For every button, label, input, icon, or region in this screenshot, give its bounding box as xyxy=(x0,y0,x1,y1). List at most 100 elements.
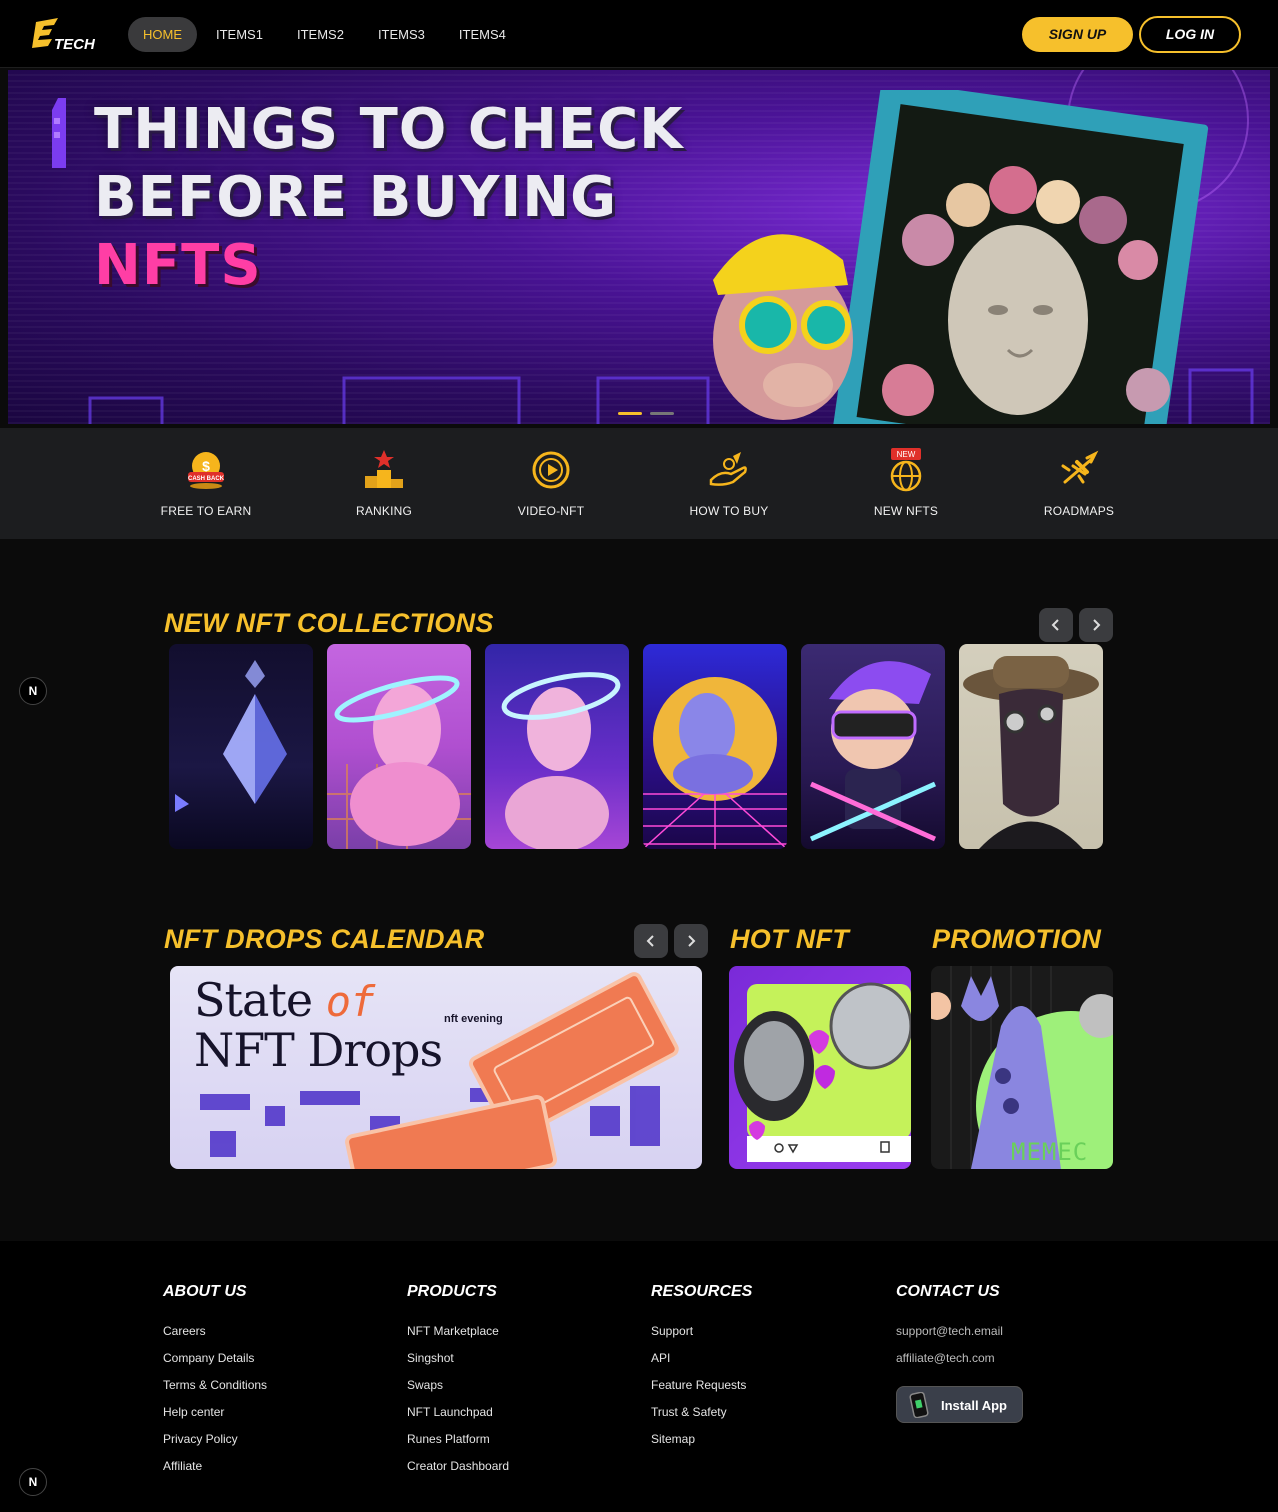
footer-resources-title: RESOURCES xyxy=(651,1283,753,1300)
quick-roadmaps[interactable]: ROADMAPS xyxy=(1009,448,1149,518)
footer-link-runes-platform[interactable]: Runes Platform xyxy=(407,1426,509,1453)
phone-app-icon xyxy=(909,1392,929,1418)
footer-link-help-center[interactable]: Help center xyxy=(163,1399,267,1426)
site-header: TECH HOME ITEMS1 ITEMS2 ITEMS3 ITEMS4 SI… xyxy=(0,0,1278,68)
hot-nft-card[interactable] xyxy=(729,966,911,1169)
drops-banner-title: State of NFT Drops xyxy=(194,973,443,1077)
collections-carousel xyxy=(169,644,1103,849)
quick-how-to-buy[interactable]: HOW TO BUY xyxy=(659,448,799,518)
promotion-card[interactable]: MEMEC xyxy=(931,966,1113,1169)
collections-prev-button[interactable] xyxy=(1039,608,1073,642)
footer-link-nft-marketplace[interactable]: NFT Marketplace xyxy=(407,1318,509,1345)
footer-link-trust-safety[interactable]: Trust & Safety xyxy=(651,1399,752,1426)
footer-link-feature-requests[interactable]: Feature Requests xyxy=(651,1372,752,1399)
chevron-left-icon xyxy=(646,935,654,947)
nav-items2[interactable]: ITEMS2 xyxy=(282,17,359,52)
podium-icon xyxy=(365,450,403,488)
quick-label: RANKING xyxy=(355,504,413,518)
footer-link-careers[interactable]: Careers xyxy=(163,1318,267,1345)
footer-products: PRODUCTS NFT Marketplace Singshot Swaps … xyxy=(407,1283,509,1480)
side-n-badge[interactable]: N xyxy=(19,677,47,705)
main-nav: HOME ITEMS1 ITEMS2 ITEMS3 ITEMS4 xyxy=(128,17,521,52)
statue-pink-art xyxy=(327,675,471,849)
footer-email-affiliate[interactable]: affiliate@tech.com xyxy=(896,1345,1003,1372)
drops-banner-line2: NFT Drops xyxy=(194,1023,443,1077)
collection-card-vr-avatar[interactable] xyxy=(801,644,945,849)
footer-email-support[interactable]: support@tech.email xyxy=(896,1318,1003,1345)
footer-contact: CONTACT US support@tech.email affiliate@… xyxy=(896,1283,1003,1372)
footer-about-title: ABOUT US xyxy=(163,1283,247,1300)
footer-link-sitemap[interactable]: Sitemap xyxy=(651,1426,752,1453)
vr-avatar-art xyxy=(809,661,937,842)
chevron-right-icon xyxy=(688,935,696,947)
footer-link-terms[interactable]: Terms & Conditions xyxy=(163,1372,267,1399)
hot-nft-art xyxy=(734,982,911,1162)
footer-about: ABOUT US Careers Company Details Terms &… xyxy=(163,1283,267,1480)
hero-banner[interactable]: THINGS TO CHECK BEFORE BUYING NFTS xyxy=(8,70,1270,424)
drops-next-button[interactable] xyxy=(674,924,708,958)
collections-title: NEW NFT COLLECTIONS xyxy=(164,608,494,638)
statue-purple-art xyxy=(501,672,621,849)
install-app-button[interactable]: Install App xyxy=(896,1386,1023,1423)
quick-label: ROADMAPS xyxy=(1043,504,1115,518)
quick-ranking[interactable]: RANKING xyxy=(314,448,454,518)
site-footer: ABOUT US Careers Company Details Terms &… xyxy=(0,1241,1278,1512)
hand-coin-icon xyxy=(709,452,747,486)
footer-link-affiliate[interactable]: Affiliate xyxy=(163,1453,267,1480)
nav-items4[interactable]: ITEMS4 xyxy=(444,17,521,52)
footer-link-support[interactable]: Support xyxy=(651,1318,752,1345)
footer-contact-title: CONTACT US xyxy=(896,1283,1000,1300)
logo-text: TECH xyxy=(54,36,96,53)
ethereum-crystal-art xyxy=(175,660,287,812)
svg-text:NEW: NEW xyxy=(897,450,916,459)
footer-link-company-details[interactable]: Company Details xyxy=(163,1345,267,1372)
svg-text:$: $ xyxy=(202,458,210,474)
footer-products-title: PRODUCTS xyxy=(407,1283,497,1300)
play-circle-icon xyxy=(532,451,570,489)
quick-new-nfts[interactable]: NEW NEW NFTS xyxy=(836,448,976,518)
collection-card-statue-retro[interactable] xyxy=(643,644,787,849)
hero-dot-1[interactable] xyxy=(618,412,642,415)
hat-character-art xyxy=(963,656,1099,849)
chevron-left-icon xyxy=(1051,619,1059,631)
quick-free-to-earn[interactable]: $ CASH BACK FREE TO EARN xyxy=(136,448,276,518)
quick-video-nft[interactable]: VIDEO-NFT xyxy=(481,448,621,518)
drops-banner[interactable]: State of NFT Drops nft evening xyxy=(170,966,702,1169)
install-app-label: Install App xyxy=(941,1398,1007,1413)
tech-logo[interactable]: TECH xyxy=(32,16,102,54)
nav-items1[interactable]: ITEMS1 xyxy=(201,17,278,52)
side-n-badge-bottom[interactable]: N xyxy=(19,1468,47,1496)
footer-link-privacy[interactable]: Privacy Policy xyxy=(163,1426,267,1453)
collection-card-statue-purple[interactable] xyxy=(485,644,629,849)
footer-link-api[interactable]: API xyxy=(651,1345,752,1372)
collections-next-button[interactable] xyxy=(1079,608,1113,642)
quick-menu: $ CASH BACK FREE TO EARN RANKING VIDEO-N… xyxy=(0,428,1278,539)
signup-button[interactable]: SIGN UP xyxy=(1022,17,1133,52)
svg-text:CASH BACK: CASH BACK xyxy=(188,476,225,482)
airplane-icon xyxy=(1061,450,1099,484)
chevron-right-icon xyxy=(1093,619,1101,631)
footer-resources: RESOURCES Support API Feature Requests T… xyxy=(651,1283,752,1453)
footer-link-nft-launchpad[interactable]: NFT Launchpad xyxy=(407,1399,509,1426)
collection-card-statue-pink[interactable] xyxy=(327,644,471,849)
collection-card-ethereum[interactable] xyxy=(169,644,313,849)
promotion-title: PROMOTION xyxy=(932,924,1102,954)
footer-link-creator-dashboard[interactable]: Creator Dashboard xyxy=(407,1453,509,1480)
nav-home[interactable]: HOME xyxy=(128,17,197,52)
collection-card-hat-character[interactable] xyxy=(959,644,1103,849)
footer-link-singshot[interactable]: Singshot xyxy=(407,1345,509,1372)
nav-items3[interactable]: ITEMS3 xyxy=(363,17,440,52)
quick-label: HOW TO BUY xyxy=(689,504,769,518)
drops-banner-of: of xyxy=(325,977,376,1026)
hero-pagination xyxy=(618,412,674,415)
footer-link-swaps[interactable]: Swaps xyxy=(407,1372,509,1399)
drops-title: NFT DROPS CALENDAR xyxy=(164,924,485,954)
drops-prev-button[interactable] xyxy=(634,924,668,958)
login-button[interactable]: LOG IN xyxy=(1139,16,1241,53)
drops-banner-state: State xyxy=(194,973,326,1027)
hot-title: HOT NFT xyxy=(730,924,850,954)
cashback-coin-icon: $ CASH BACK xyxy=(188,452,225,489)
quick-label: VIDEO-NFT xyxy=(517,504,585,518)
statue-retro-art xyxy=(643,677,787,849)
hero-dot-2[interactable] xyxy=(650,412,674,415)
